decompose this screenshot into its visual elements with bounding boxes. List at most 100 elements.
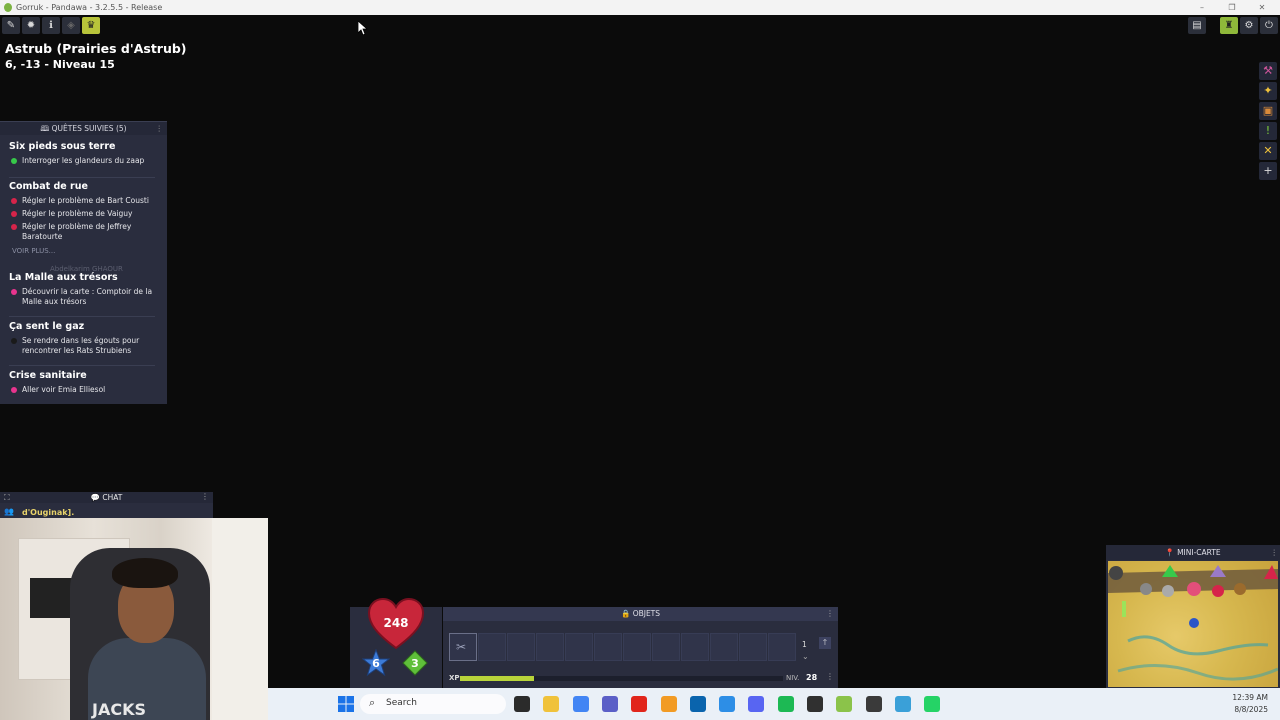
divider: [9, 365, 155, 366]
task-view-icon[interactable]: [514, 696, 530, 712]
maximize-button[interactable]: ❐: [1218, 1, 1246, 14]
quest-objective[interactable]: Interroger les glandeurs du zaap: [22, 156, 160, 166]
webcam-shirt-text: JACKS: [92, 700, 146, 719]
clock-date[interactable]: 8/8/2025: [1234, 705, 1268, 714]
users-icon[interactable]: 👥: [4, 507, 14, 516]
tools-icon[interactable]: ⚒: [1259, 62, 1277, 80]
power-icon[interactable]: ⏻: [1260, 17, 1278, 34]
quest-objective[interactable]: Se rendre dans les égouts pour rencontre…: [22, 336, 160, 356]
chat-panel: 💬 CHAT ⛶ ⋮ 👥 d'Ouginak].: [0, 492, 213, 518]
quest-objective[interactable]: Régler le problème de Jeffrey Baratourte: [22, 222, 160, 242]
minimap-header[interactable]: 📍 MINI-CARTE ⋮: [1106, 545, 1280, 560]
pencil-icon[interactable]: ✎: [2, 17, 20, 34]
taskbar-search[interactable]: ⌕ Search: [360, 694, 506, 714]
item-slot[interactable]: [507, 633, 535, 661]
sublime-icon[interactable]: [660, 696, 677, 712]
crown-icon[interactable]: ♛: [82, 17, 100, 34]
map-marker-icon: [1122, 601, 1126, 617]
chat-menu-icon[interactable]: ⋮: [201, 492, 209, 501]
quest-title[interactable]: Crise sanitaire: [9, 370, 87, 381]
item-slot[interactable]: [739, 633, 767, 661]
chat-header-label: CHAT: [102, 493, 123, 502]
chevron-down-icon[interactable]: ⌄: [802, 652, 809, 661]
quest-title[interactable]: Combat de rue: [9, 181, 88, 192]
item-slot[interactable]: [710, 633, 738, 661]
quests-header[interactable]: 🕮 QUÊTES SUIVIES (5) ⋮: [0, 122, 167, 135]
item-slot[interactable]: [623, 633, 651, 661]
map-pin-icon: [11, 338, 17, 344]
minimize-button[interactable]: –: [1188, 1, 1216, 14]
discord-icon[interactable]: [748, 696, 765, 712]
objects-menu-icon[interactable]: ⋮: [826, 607, 834, 621]
item-slot[interactable]: [565, 633, 593, 661]
obs-icon[interactable]: [807, 696, 823, 712]
ankama-icon[interactable]: [836, 696, 853, 712]
level-value: 28: [806, 673, 818, 682]
window-title: Gorruk - Pandawa - 3.2.5.5 - Release: [16, 3, 163, 12]
item-slot[interactable]: [652, 633, 680, 661]
quest-title[interactable]: Six pieds sous terre: [9, 141, 116, 152]
bag-icon[interactable]: ▣: [1259, 102, 1277, 120]
item-slot[interactable]: [536, 633, 564, 661]
quest-objective[interactable]: Régler le problème de Vaiguy: [22, 209, 160, 219]
quest-title[interactable]: La Malle aux trésors: [9, 272, 118, 283]
exclamation-icon[interactable]: !: [1259, 122, 1277, 140]
record-icon[interactable]: [865, 696, 882, 712]
quests-menu-icon[interactable]: ⋮: [156, 122, 164, 135]
vscode-icon[interactable]: [719, 696, 736, 712]
search-icon: ⌕: [369, 696, 376, 709]
xp-bar: [460, 676, 783, 681]
item-slot[interactable]: ✂: [449, 633, 477, 661]
settings-icon[interactable]: ⚙: [1240, 17, 1258, 34]
objects-panel: 🔒 OBJETS ⋮ ✂ 1 🡑 ⌄ XP NIV. 28 ⋮: [443, 607, 838, 688]
expand-icon[interactable]: ⛶: [4, 493, 10, 503]
clock-time[interactable]: 12:39 AM: [1232, 693, 1268, 702]
chrome-icon[interactable]: [572, 696, 589, 712]
quest-objective[interactable]: Aller voir Emia Elliesol: [22, 385, 160, 395]
whatsapp-icon[interactable]: [924, 696, 941, 712]
layout-icon[interactable]: ▤: [1188, 17, 1206, 34]
webcam-overlay: JACKS: [0, 518, 268, 720]
item-slot[interactable]: [768, 633, 796, 661]
map-marker-icon: [1187, 582, 1201, 596]
map-marker-icon: [1234, 583, 1246, 595]
acrobat-icon[interactable]: [631, 696, 648, 712]
cross-swords-icon[interactable]: ✕: [1259, 142, 1277, 160]
item-slot[interactable]: [478, 633, 506, 661]
speech-bubble-icon: 💬: [90, 493, 103, 502]
plus-icon[interactable]: +: [1259, 162, 1277, 180]
star-wand-icon[interactable]: ✦: [1259, 82, 1277, 100]
xp-label: XP: [449, 674, 460, 682]
see-more-link[interactable]: VOIR PLUS...: [12, 247, 55, 255]
xp-menu-icon[interactable]: ⋮: [826, 672, 834, 681]
teams-icon[interactable]: [601, 696, 618, 712]
notepad-icon[interactable]: [894, 696, 911, 712]
map-pin-icon: [11, 387, 17, 393]
file-explorer-icon[interactable]: [543, 696, 560, 712]
quest-title[interactable]: Ça sent le gaz: [9, 321, 84, 332]
page-up-icon[interactable]: 🡑: [819, 637, 831, 649]
page-number: 1: [802, 640, 807, 649]
minimap-view[interactable]: [1108, 561, 1278, 687]
book-icon: 🕮: [40, 124, 52, 133]
eye-icon[interactable]: ◈: [62, 17, 80, 34]
outlook-icon[interactable]: [689, 696, 706, 712]
spotify-icon[interactable]: [777, 696, 794, 712]
character-icon[interactable]: ♜: [1220, 17, 1238, 34]
target-icon: [11, 224, 17, 230]
info-icon[interactable]: ℹ: [42, 17, 60, 34]
windows-start-icon[interactable]: [338, 696, 354, 712]
close-button[interactable]: ✕: [1248, 1, 1276, 14]
gear-sun-icon[interactable]: ✹: [22, 17, 40, 34]
item-slot[interactable]: [681, 633, 709, 661]
quest-objective[interactable]: Régler le problème de Bart Cousti: [22, 196, 160, 206]
target-icon: [11, 211, 17, 217]
objects-header[interactable]: 🔒 OBJETS ⋮: [443, 607, 838, 621]
quest-objective[interactable]: Découvrir la carte : Comptoir de la Mall…: [22, 287, 160, 307]
minimap-menu-icon[interactable]: ⋮: [1271, 545, 1279, 560]
item-slot[interactable]: [594, 633, 622, 661]
map-pin-icon: [11, 158, 17, 164]
chat-header[interactable]: 💬 CHAT: [0, 492, 213, 503]
quests-header-label: QUÊTES SUIVIES (5): [51, 124, 127, 133]
map-marker-icon: [1212, 585, 1224, 597]
